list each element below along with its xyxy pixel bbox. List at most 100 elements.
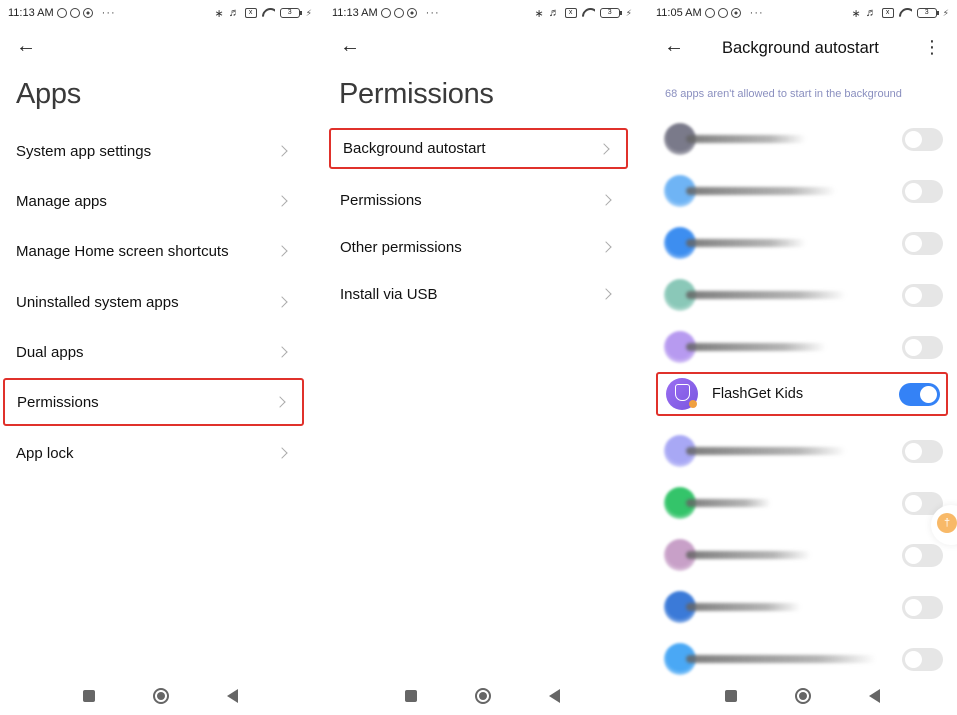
- charging-icon: ⚡: [942, 7, 949, 18]
- app-row-flashget-kids: FlashGet Kids: [656, 372, 948, 416]
- app-name-redacted: [686, 239, 806, 247]
- menu-item-home-shortcuts[interactable]: Manage Home screen shortcuts: [4, 228, 304, 274]
- app-row: [658, 480, 945, 526]
- app-row: [658, 636, 945, 682]
- background-autostart-screen: 11:05 AM ··· ∗ ♬ x 3 ⚡ ← Background auto…: [648, 0, 957, 715]
- recents-button[interactable]: [82, 690, 95, 702]
- shield-icon: [730, 8, 741, 18]
- autostart-toggle[interactable]: [902, 439, 943, 463]
- app-row: [658, 532, 945, 578]
- autostart-toggle[interactable]: [902, 283, 943, 307]
- apps-screen: 11:13 AM ··· ∗ ♬ x 3 ⚡ ← Apps System app…: [0, 0, 320, 715]
- blocked-apps-count: 68 apps aren't allowed to start in the b…: [665, 88, 902, 100]
- menu-item-label: System app settings: [16, 142, 152, 160]
- autostart-toggle[interactable]: [902, 127, 943, 151]
- menu-item-dual-apps[interactable]: Dual apps: [4, 329, 304, 375]
- home-button[interactable]: [152, 688, 169, 704]
- charging-icon: ⚡: [625, 7, 632, 18]
- menu-item-label: Install via USB: [340, 285, 438, 303]
- app-name-redacted: [686, 343, 826, 351]
- autostart-toggle[interactable]: [902, 179, 943, 203]
- autostart-toggle[interactable]: [902, 595, 943, 619]
- app-name-redacted: [686, 603, 801, 611]
- menu-item-permissions[interactable]: Permissions: [328, 177, 628, 223]
- chevron-right-icon: [276, 245, 288, 257]
- menu-item-permissions[interactable]: Permissions: [3, 378, 304, 426]
- app-row: [658, 272, 945, 318]
- nav-back-button[interactable]: [226, 689, 238, 703]
- app-row: [658, 168, 945, 214]
- nav-back-button[interactable]: [548, 689, 560, 703]
- more-notifications-icon: ···: [749, 7, 764, 19]
- wifi-icon: [582, 8, 595, 18]
- more-options-icon[interactable]: ⋮: [923, 38, 941, 56]
- status-bar: 11:05 AM ··· ∗ ♬ x 3 ⚡: [656, 6, 949, 20]
- menu-item-background-autostart[interactable]: Background autostart: [329, 128, 628, 169]
- notification-icon: [69, 8, 80, 18]
- mute-icon: ♬: [228, 7, 240, 19]
- wifi-icon: [262, 8, 275, 18]
- recents-button[interactable]: [404, 690, 417, 702]
- autostart-toggle[interactable]: [902, 647, 943, 671]
- home-button[interactable]: [474, 688, 491, 704]
- app-row: [658, 324, 945, 370]
- menu-item-label: Permissions: [17, 393, 99, 411]
- menu-item-manage-apps[interactable]: Manage apps: [4, 178, 304, 224]
- autostart-toggle[interactable]: [902, 231, 943, 255]
- status-bar: 11:13 AM ··· ∗ ♬ x 3 ⚡: [8, 6, 312, 20]
- app-name-redacted: [686, 447, 846, 455]
- autostart-toggle[interactable]: [902, 543, 943, 567]
- app-row: [658, 116, 945, 162]
- menu-item-install-via-usb[interactable]: Install via USB: [328, 271, 628, 317]
- menu-item-label: Manage Home screen shortcuts: [16, 242, 229, 260]
- nav-back-button[interactable]: [869, 689, 880, 703]
- charging-icon: ⚡: [305, 7, 312, 18]
- app-name-redacted: [686, 655, 876, 663]
- more-notifications-icon: ···: [425, 7, 440, 19]
- autostart-toggle[interactable]: [899, 382, 940, 406]
- recents-button[interactable]: [725, 690, 737, 702]
- status-bar: 11:13 AM ··· ∗ ♬ x 3 ⚡: [332, 6, 632, 20]
- menu-item-label: App lock: [16, 444, 74, 462]
- app-row: [658, 428, 945, 474]
- chevron-right-icon: [600, 288, 612, 300]
- notification-icon: [717, 8, 728, 18]
- chevron-right-icon: [600, 194, 612, 206]
- menu-item-app-lock[interactable]: App lock: [4, 430, 304, 476]
- app-row: [658, 220, 945, 266]
- chevron-right-icon: [600, 241, 612, 253]
- navigation-bar: [0, 685, 320, 707]
- flashget-kids-app-icon: [666, 378, 698, 410]
- home-button[interactable]: [795, 688, 811, 704]
- menu-item-system-app-settings[interactable]: System app settings: [4, 128, 304, 174]
- battery-icon: 3: [599, 8, 622, 18]
- app-name-redacted: [686, 499, 771, 507]
- chevron-right-icon: [276, 346, 288, 358]
- app-name-redacted: [686, 135, 806, 143]
- bluetooth-icon: ∗: [214, 7, 224, 20]
- app-name: FlashGet Kids: [712, 386, 804, 402]
- menu-item-uninstalled-system-apps[interactable]: Uninstalled system apps: [4, 279, 304, 325]
- battery-icon: 3: [279, 8, 302, 18]
- status-time: 11:05 AM: [656, 7, 702, 19]
- chevron-right-icon: [274, 396, 286, 408]
- app-name-redacted: [686, 551, 811, 559]
- menu-item-label: Uninstalled system apps: [16, 293, 179, 311]
- navigation-bar: [324, 685, 640, 707]
- page-title: Permissions: [339, 78, 494, 110]
- back-button[interactable]: ←: [340, 36, 360, 56]
- menu-item-label: Background autostart: [343, 140, 486, 157]
- autostart-toggle[interactable]: [902, 335, 943, 359]
- notification-icon: [704, 8, 715, 18]
- menu-item-label: Other permissions: [340, 238, 462, 256]
- back-button[interactable]: ←: [16, 36, 36, 56]
- page-title: Background autostart: [722, 39, 879, 57]
- notification-icon: [380, 8, 391, 18]
- page-title: Apps: [16, 78, 81, 110]
- notification-icon: [56, 8, 67, 18]
- mute-icon: ♬: [865, 7, 877, 19]
- back-button[interactable]: ←: [664, 36, 684, 56]
- menu-item-other-permissions[interactable]: Other permissions: [328, 224, 628, 270]
- mute-icon: ♬: [548, 7, 560, 19]
- navigation-bar: [648, 685, 957, 707]
